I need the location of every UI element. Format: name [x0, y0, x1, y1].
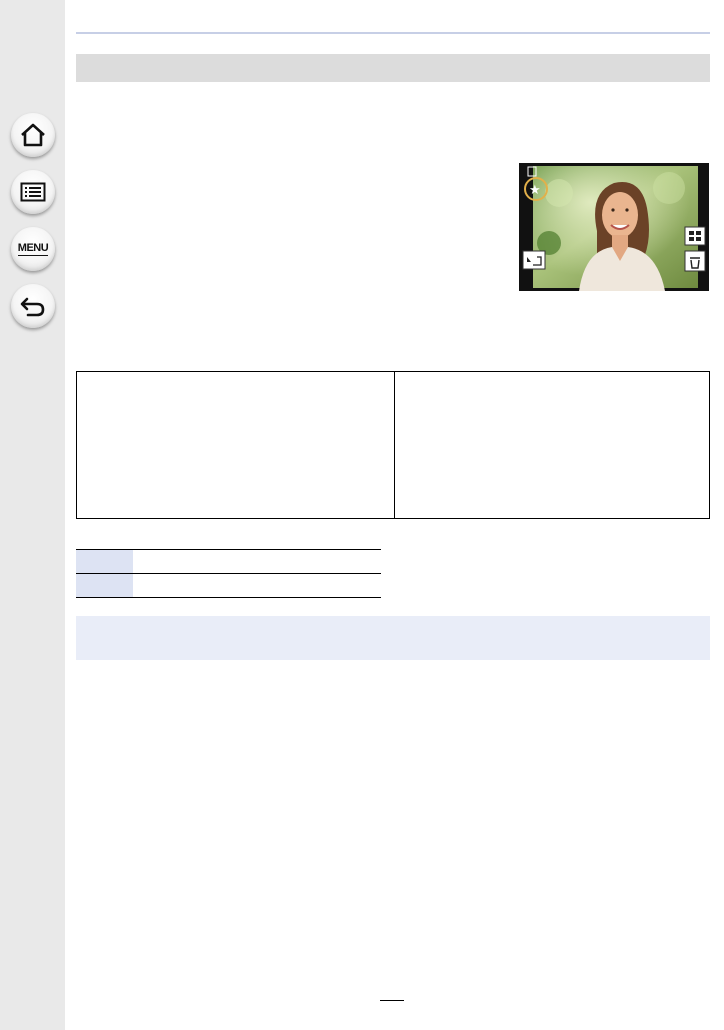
page-number: [380, 986, 404, 1001]
section-title-bar: [76, 54, 710, 82]
info-table: [76, 371, 710, 519]
table-key-cell: [76, 574, 133, 597]
table-key-cell: [76, 550, 133, 573]
sidebar: MENU: [0, 0, 65, 1030]
home-icon: [21, 123, 45, 147]
table-row: [76, 574, 381, 598]
menu-button[interactable]: MENU: [11, 227, 55, 271]
header-rule: [76, 32, 710, 34]
favorite-star-icon[interactable]: ★: [529, 183, 541, 198]
key-value-table: [76, 549, 381, 598]
menu-label: MENU: [17, 241, 49, 256]
contents-button[interactable]: [11, 170, 55, 214]
grid-view-icon[interactable]: [684, 226, 706, 246]
back-arrow-icon: [20, 297, 45, 317]
table-divider: [394, 372, 395, 518]
table-row: [76, 550, 381, 574]
camera-screen-image: ★: [519, 163, 709, 291]
note-box: [76, 616, 710, 660]
upload-icon[interactable]: [522, 250, 546, 270]
back-button[interactable]: [11, 284, 55, 328]
list-icon: [20, 182, 46, 202]
home-button[interactable]: [11, 113, 55, 157]
